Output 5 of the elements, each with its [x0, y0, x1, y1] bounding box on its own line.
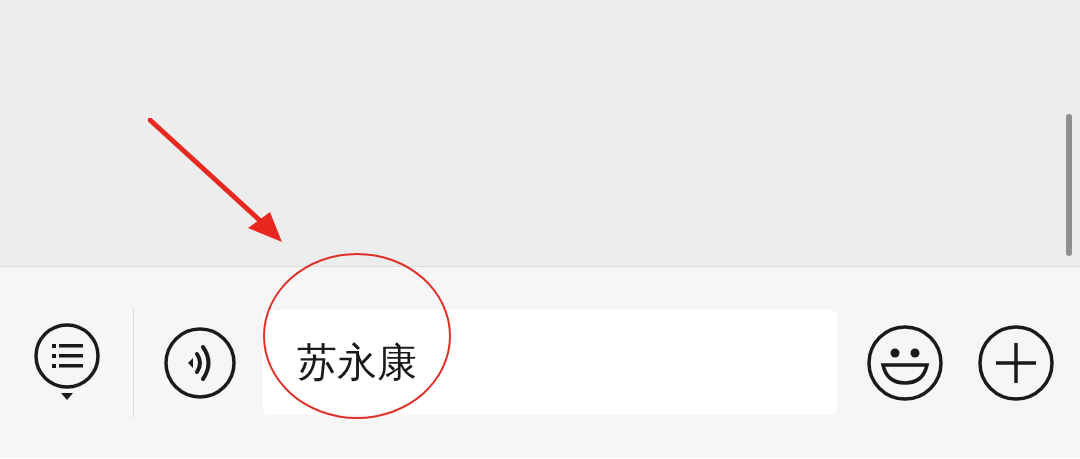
message-input[interactable]: 苏永康 [263, 310, 837, 415]
plus-icon[interactable] [978, 324, 1054, 401]
emoji-icon[interactable] [867, 324, 943, 401]
scrollbar[interactable] [1066, 114, 1072, 256]
voice-icon[interactable] [164, 326, 236, 399]
